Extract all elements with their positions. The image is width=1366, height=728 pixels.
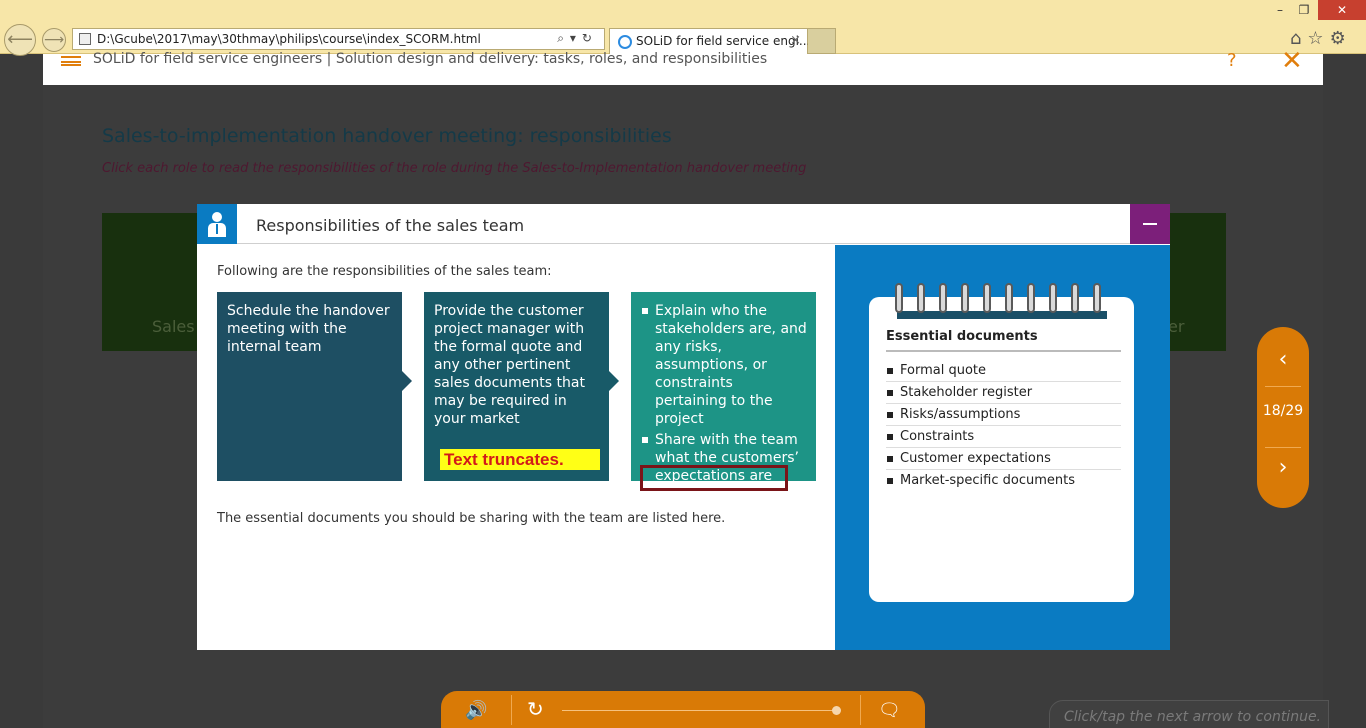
course-close-icon[interactable]: ✕ <box>1281 46 1303 76</box>
progress-track[interactable] <box>562 710 838 711</box>
spiral-rings-icon <box>891 283 1111 319</box>
course-title: SOLiD for field service engineers | Solu… <box>93 51 768 67</box>
browser-chrome: ⟵ ⟶ D:\Gcube\2017\may\30thmay\philips\co… <box>0 0 1366 56</box>
ie-icon <box>618 35 632 49</box>
arrow-right-icon <box>609 371 619 391</box>
tab-title: SOLiD for field service engi... <box>636 34 811 48</box>
arrow-right-icon <box>402 371 412 391</box>
page-icon <box>79 33 91 45</box>
list-item: Explain who the stakeholders are, and an… <box>642 303 807 427</box>
progress-handle[interactable] <box>832 706 841 715</box>
list-item: Constraints <box>886 426 1121 448</box>
course-header: SOLiD for field service engineers | Solu… <box>43 46 1323 85</box>
search-refresh-icon[interactable]: ⌕▾↻ <box>557 31 598 46</box>
documents-panel: Essential documents Formal quote Stakeho… <box>835 245 1170 650</box>
modal-intro: Following are the responsibilities of th… <box>217 264 552 279</box>
forward-arrow-icon[interactable]: ⟶ <box>42 28 66 52</box>
card-text: Provide the customer project manager wit… <box>434 303 585 427</box>
card-text: Schedule the handover meeting with the i… <box>227 303 390 355</box>
modal-header: Responsibilities of the sales team <box>197 204 1170 244</box>
tab-close-icon[interactable]: × <box>790 33 801 48</box>
list-item: Stakeholder register <box>886 382 1121 404</box>
truncation-highlight-box <box>640 465 788 491</box>
window-close-button[interactable]: ✕ <box>1318 0 1366 20</box>
previous-arrow-icon[interactable]: ‹ <box>1257 347 1309 372</box>
media-toolbar: 🔊 ↻ 🗨 <box>441 691 925 728</box>
person-icon <box>197 204 237 244</box>
card-list: Explain who the stakeholders are, and an… <box>642 302 808 481</box>
responsibilities-modal: Responsibilities of the sales team Follo… <box>197 204 1170 650</box>
menu-icon[interactable] <box>61 56 81 66</box>
list-item: Risks/assumptions <box>886 404 1121 426</box>
replay-icon[interactable]: ↻ <box>527 697 544 721</box>
continue-hint: Click/tap the next arrow to continue. <box>1049 700 1329 728</box>
list-item: Market-specific documents <box>886 470 1121 492</box>
slide-title: Sales-to-implementation handover meeting… <box>102 125 672 147</box>
window-maximize-button[interactable]: ❐ <box>1290 0 1318 20</box>
new-tab-button[interactable] <box>808 28 836 54</box>
modal-outro: The essential documents you should be sh… <box>217 511 726 526</box>
documents-list: Formal quote Stakeholder register Risks/… <box>886 360 1121 492</box>
responsibility-card-3: Explain who the stakeholders are, and an… <box>631 292 816 481</box>
next-arrow-icon[interactable]: › <box>1257 455 1309 480</box>
role-label-right[interactable]: er <box>1168 317 1184 336</box>
divider <box>886 350 1121 352</box>
help-icon[interactable]: ? <box>1227 50 1237 71</box>
notepad: Essential documents Formal quote Stakeho… <box>869 283 1134 602</box>
responsibility-card-1: Schedule the handover meeting with the i… <box>217 292 412 481</box>
transcript-icon[interactable]: 🗨 <box>878 700 901 721</box>
slide-subtitle: Click each role to read the responsibili… <box>102 161 807 176</box>
address-text: D:\Gcube\2017\may\30thmay\philips\course… <box>97 32 481 46</box>
slide-navigation: ‹ 18/29 › <box>1257 327 1309 508</box>
back-arrow-icon[interactable]: ⟵ <box>4 24 36 56</box>
truncation-annotation: Text truncates. <box>440 449 600 470</box>
list-item: Customer expectations <box>886 448 1121 470</box>
modal-title: Responsibilities of the sales team <box>256 216 525 235</box>
slide-counter: 18/29 <box>1262 403 1304 419</box>
notepad-title: Essential documents <box>886 329 1038 344</box>
minimize-button[interactable] <box>1130 204 1170 244</box>
speaker-icon[interactable]: 🔊 <box>465 700 487 721</box>
address-bar[interactable]: D:\Gcube\2017\may\30thmay\philips\course… <box>72 28 605 50</box>
role-label-left[interactable]: Sales <box>152 317 195 336</box>
list-item: Formal quote <box>886 360 1121 382</box>
